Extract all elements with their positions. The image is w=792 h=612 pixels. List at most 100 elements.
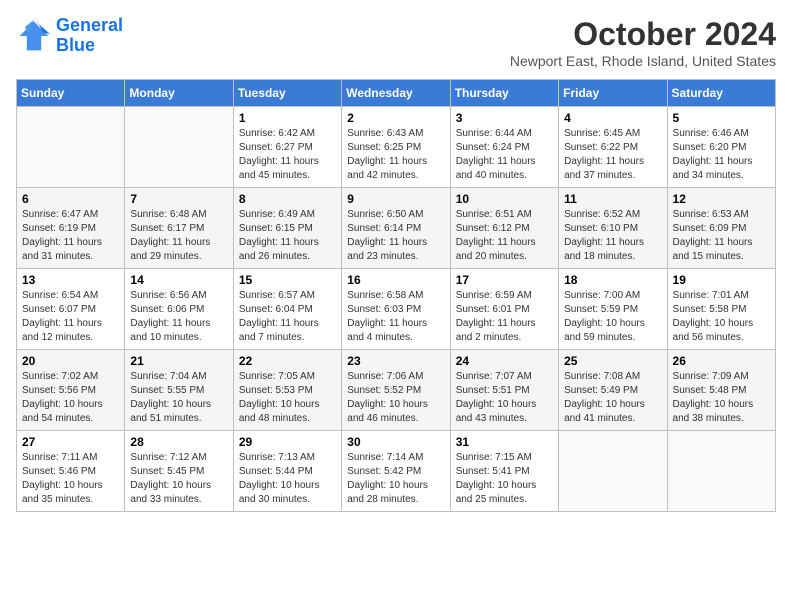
- calendar-cell: 28Sunrise: 7:12 AM Sunset: 5:45 PM Dayli…: [125, 431, 233, 512]
- calendar-table: SundayMondayTuesdayWednesdayThursdayFrid…: [16, 79, 776, 512]
- day-number: 11: [564, 192, 661, 206]
- calendar-cell: 11Sunrise: 6:52 AM Sunset: 6:10 PM Dayli…: [559, 188, 667, 269]
- day-info: Sunrise: 7:08 AM Sunset: 5:49 PM Dayligh…: [564, 370, 661, 426]
- day-info: Sunrise: 7:02 AM Sunset: 5:56 PM Dayligh…: [22, 370, 119, 426]
- calendar-cell: 3 Sunrise: 6:44 AM Sunset: 6:24 PM Daylig…: [450, 107, 558, 188]
- day-number: 12: [673, 192, 770, 206]
- day-info: Sunrise: 6:43 AM Sunset: 6:25 PM Dayligh…: [347, 127, 444, 183]
- day-number: 10: [456, 192, 553, 206]
- day-info: Sunrise: 6:49 AM Sunset: 6:15 PM Dayligh…: [239, 208, 336, 264]
- day-info: Sunrise: 6:58 AM Sunset: 6:03 PM Dayligh…: [347, 289, 444, 345]
- calendar-cell: 16 Sunrise: 6:58 AM Sunset: 6:03 PM Dayli…: [342, 269, 450, 350]
- day-info: Sunrise: 7:11 AM Sunset: 5:46 PM Dayligh…: [22, 451, 119, 507]
- calendar-cell: 5Sunrise: 6:46 AM Sunset: 6:20 PM Daylig…: [667, 107, 775, 188]
- calendar-cell: 13 Sunrise: 6:54 AM Sunset: 6:07 PM Dayli…: [17, 269, 125, 350]
- calendar-week-row: 27 Sunrise: 7:11 AM Sunset: 5:46 PM Dayli…: [17, 431, 776, 512]
- day-info: Sunrise: 6:59 AM Sunset: 6:01 PM Dayligh…: [456, 289, 553, 345]
- day-number: 2: [347, 111, 444, 125]
- calendar-cell: 25 Sunrise: 7:08 AM Sunset: 5:49 PM Dayli…: [559, 350, 667, 431]
- calendar-cell: 30 Sunrise: 7:14 AM Sunset: 5:42 PM Dayli…: [342, 431, 450, 512]
- day-number: 25: [564, 354, 661, 368]
- weekday-header: Wednesday: [342, 80, 450, 107]
- logo-text: General Blue: [56, 16, 123, 56]
- calendar-cell: [125, 107, 233, 188]
- calendar-cell: [17, 107, 125, 188]
- calendar-cell: 17Sunrise: 6:59 AM Sunset: 6:01 PM Dayli…: [450, 269, 558, 350]
- calendar-cell: 2 Sunrise: 6:43 AM Sunset: 6:25 PM Daylig…: [342, 107, 450, 188]
- day-info: Sunrise: 7:15 AM Sunset: 5:41 PM Dayligh…: [456, 451, 553, 507]
- day-number: 22: [239, 354, 336, 368]
- calendar-cell: 18Sunrise: 7:00 AM Sunset: 5:59 PM Dayli…: [559, 269, 667, 350]
- weekday-header: Friday: [559, 80, 667, 107]
- day-number: 15: [239, 273, 336, 287]
- weekday-header: Monday: [125, 80, 233, 107]
- calendar-cell: 23 Sunrise: 7:06 AM Sunset: 5:52 PM Dayli…: [342, 350, 450, 431]
- day-info: Sunrise: 6:45 AM Sunset: 6:22 PM Dayligh…: [564, 127, 661, 183]
- day-number: 20: [22, 354, 119, 368]
- calendar-cell: 10 Sunrise: 6:51 AM Sunset: 6:12 PM Dayli…: [450, 188, 558, 269]
- day-info: Sunrise: 6:56 AM Sunset: 6:06 PM Dayligh…: [130, 289, 227, 345]
- calendar-week-row: 20 Sunrise: 7:02 AM Sunset: 5:56 PM Dayli…: [17, 350, 776, 431]
- calendar-cell: 14 Sunrise: 6:56 AM Sunset: 6:06 PM Dayli…: [125, 269, 233, 350]
- day-info: Sunrise: 6:44 AM Sunset: 6:24 PM Dayligh…: [456, 127, 553, 183]
- day-info: Sunrise: 6:54 AM Sunset: 6:07 PM Dayligh…: [22, 289, 119, 345]
- day-number: 3: [456, 111, 553, 125]
- calendar-cell: 22 Sunrise: 7:05 AM Sunset: 5:53 PM Dayli…: [233, 350, 341, 431]
- day-number: 24: [456, 354, 553, 368]
- day-info: Sunrise: 7:04 AM Sunset: 5:55 PM Dayligh…: [130, 370, 227, 426]
- calendar-cell: 7Sunrise: 6:48 AM Sunset: 6:17 PM Daylig…: [125, 188, 233, 269]
- day-info: Sunrise: 6:47 AM Sunset: 6:19 PM Dayligh…: [22, 208, 119, 264]
- day-number: 4: [564, 111, 661, 125]
- day-info: Sunrise: 6:48 AM Sunset: 6:17 PM Dayligh…: [130, 208, 227, 264]
- calendar-week-row: 1Sunrise: 6:42 AM Sunset: 6:27 PM Daylig…: [17, 107, 776, 188]
- day-info: Sunrise: 7:01 AM Sunset: 5:58 PM Dayligh…: [673, 289, 770, 345]
- logo: General Blue: [16, 16, 123, 56]
- day-number: 27: [22, 435, 119, 449]
- day-number: 26: [673, 354, 770, 368]
- calendar-week-row: 13 Sunrise: 6:54 AM Sunset: 6:07 PM Dayli…: [17, 269, 776, 350]
- calendar-cell: 27 Sunrise: 7:11 AM Sunset: 5:46 PM Dayli…: [17, 431, 125, 512]
- day-number: 18: [564, 273, 661, 287]
- day-info: Sunrise: 7:06 AM Sunset: 5:52 PM Dayligh…: [347, 370, 444, 426]
- day-info: Sunrise: 7:14 AM Sunset: 5:42 PM Dayligh…: [347, 451, 444, 507]
- weekday-header-row: SundayMondayTuesdayWednesdayThursdayFrid…: [17, 80, 776, 107]
- weekday-header: Thursday: [450, 80, 558, 107]
- calendar-cell: 8Sunrise: 6:49 AM Sunset: 6:15 PM Daylig…: [233, 188, 341, 269]
- calendar-cell: 19 Sunrise: 7:01 AM Sunset: 5:58 PM Dayli…: [667, 269, 775, 350]
- day-info: Sunrise: 6:50 AM Sunset: 6:14 PM Dayligh…: [347, 208, 444, 264]
- day-info: Sunrise: 7:13 AM Sunset: 5:44 PM Dayligh…: [239, 451, 336, 507]
- day-number: 23: [347, 354, 444, 368]
- calendar-cell: 20 Sunrise: 7:02 AM Sunset: 5:56 PM Dayli…: [17, 350, 125, 431]
- calendar-cell: 4 Sunrise: 6:45 AM Sunset: 6:22 PM Daylig…: [559, 107, 667, 188]
- calendar-cell: 29 Sunrise: 7:13 AM Sunset: 5:44 PM Dayli…: [233, 431, 341, 512]
- day-info: Sunrise: 7:05 AM Sunset: 5:53 PM Dayligh…: [239, 370, 336, 426]
- day-info: Sunrise: 7:12 AM Sunset: 5:45 PM Dayligh…: [130, 451, 227, 507]
- weekday-header: Sunday: [17, 80, 125, 107]
- day-number: 13: [22, 273, 119, 287]
- calendar-cell: 21 Sunrise: 7:04 AM Sunset: 5:55 PM Dayli…: [125, 350, 233, 431]
- day-number: 14: [130, 273, 227, 287]
- calendar-cell: 15Sunrise: 6:57 AM Sunset: 6:04 PM Dayli…: [233, 269, 341, 350]
- day-number: 16: [347, 273, 444, 287]
- calendar-cell: 6 Sunrise: 6:47 AM Sunset: 6:19 PM Daylig…: [17, 188, 125, 269]
- day-info: Sunrise: 7:09 AM Sunset: 5:48 PM Dayligh…: [673, 370, 770, 426]
- title-block: October 2024 Newport East, Rhode Island,…: [510, 16, 776, 69]
- logo-icon: [16, 18, 52, 54]
- day-number: 29: [239, 435, 336, 449]
- calendar-cell: 31Sunrise: 7:15 AM Sunset: 5:41 PM Dayli…: [450, 431, 558, 512]
- calendar-cell: [559, 431, 667, 512]
- calendar-cell: 26 Sunrise: 7:09 AM Sunset: 5:48 PM Dayli…: [667, 350, 775, 431]
- month-title: October 2024: [510, 16, 776, 53]
- day-number: 19: [673, 273, 770, 287]
- calendar-week-row: 6 Sunrise: 6:47 AM Sunset: 6:19 PM Daylig…: [17, 188, 776, 269]
- calendar-cell: 1Sunrise: 6:42 AM Sunset: 6:27 PM Daylig…: [233, 107, 341, 188]
- day-info: Sunrise: 6:46 AM Sunset: 6:20 PM Dayligh…: [673, 127, 770, 183]
- day-number: 21: [130, 354, 227, 368]
- day-info: Sunrise: 6:51 AM Sunset: 6:12 PM Dayligh…: [456, 208, 553, 264]
- location-subtitle: Newport East, Rhode Island, United State…: [510, 53, 776, 69]
- day-info: Sunrise: 7:07 AM Sunset: 5:51 PM Dayligh…: [456, 370, 553, 426]
- calendar-cell: 12Sunrise: 6:53 AM Sunset: 6:09 PM Dayli…: [667, 188, 775, 269]
- day-number: 30: [347, 435, 444, 449]
- day-info: Sunrise: 6:42 AM Sunset: 6:27 PM Dayligh…: [239, 127, 336, 183]
- day-number: 6: [22, 192, 119, 206]
